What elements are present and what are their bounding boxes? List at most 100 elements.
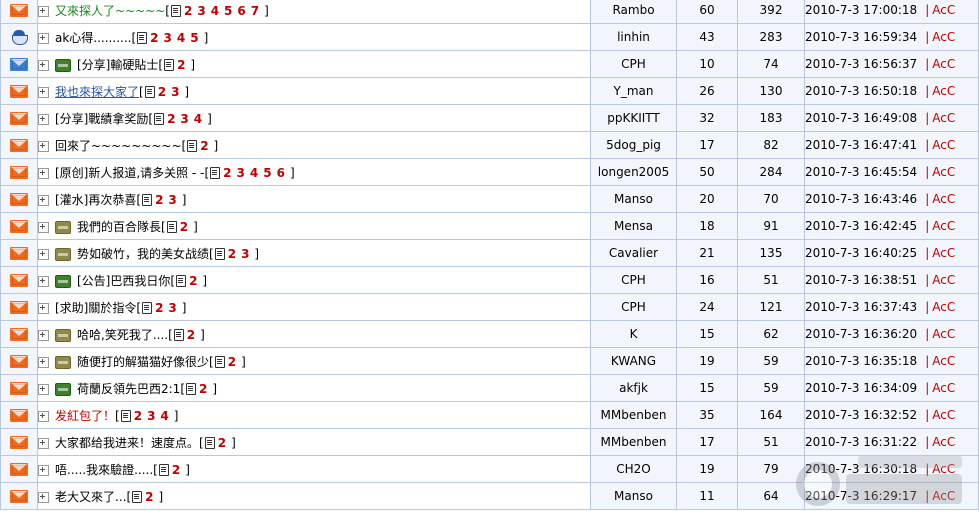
last-post-time[interactable]: 2010-7-3 17:00:18 [806, 3, 918, 17]
page-number-link[interactable]: 5 [190, 31, 199, 45]
expand-icon[interactable] [38, 32, 49, 44]
last-post-time[interactable]: 2010-7-3 16:30:18 [806, 462, 918, 476]
last-post-time[interactable]: 2010-7-3 16:35:18 [806, 354, 918, 368]
last-post-time[interactable]: 2010-7-3 16:59:34 [806, 30, 918, 44]
last-post-time[interactable]: 2010-7-3 16:34:09 [806, 381, 918, 395]
page-number-link[interactable]: 3 [168, 301, 177, 315]
last-post-user[interactable]: AcC [932, 192, 955, 206]
expand-icon[interactable] [38, 437, 49, 449]
table-row[interactable]: 荷蘭反領先巴西2:1[2] akfjk 15 59 2010-7-3 16:34:09 |… [0, 374, 979, 402]
expand-icon[interactable] [38, 491, 49, 503]
author-cell[interactable]: CPH [590, 50, 677, 78]
expand-icon[interactable] [38, 275, 49, 287]
last-post-time[interactable]: 2010-7-3 16:36:20 [806, 327, 918, 341]
last-post-user[interactable]: AcC [932, 381, 955, 395]
expand-icon[interactable] [38, 194, 49, 206]
table-row[interactable]: [公告]巴西我日你[2] CPH 16 51 2010-7-3 16:38:51 | AcC [0, 266, 979, 294]
page-number-link[interactable]: 3 [180, 112, 189, 126]
page-number-link[interactable]: 3 [171, 85, 180, 99]
author-cell[interactable]: CPH [590, 293, 677, 321]
page-number-link[interactable]: 2 [145, 490, 154, 504]
table-row[interactable]: 又來探人了~~~~~[2 3 4 5 6 7] Rambo 60 392 2010-7-3 17:… [0, 0, 979, 24]
author-cell[interactable]: MMbenben [590, 428, 677, 456]
page-number-link[interactable]: 6 [237, 4, 246, 18]
page-number-link[interactable]: 5 [263, 166, 272, 180]
page-number-link[interactable]: 2 [189, 274, 198, 288]
thread-title-link[interactable]: 我也來探大家了 [55, 85, 139, 99]
page-number-link[interactable]: 2 [180, 220, 189, 234]
expand-icon[interactable] [38, 302, 49, 314]
page-number-link[interactable]: 6 [277, 166, 286, 180]
table-row[interactable]: 哈哈,笑死我了....[2] K 15 62 2010-7-3 16:36:20 | AcC [0, 320, 979, 348]
last-post-time[interactable]: 2010-7-3 16:50:18 [806, 84, 918, 98]
page-number-link[interactable]: 2 [150, 31, 159, 45]
author-cell[interactable]: ppKKIITT [590, 104, 677, 132]
last-post-user[interactable]: AcC [932, 354, 955, 368]
table-row[interactable]: 随便打的解猫猫好像很少[2] KWANG 19 59 2010-7-3 16:35:18… [0, 347, 979, 375]
thread-title-link[interactable]: 又來探人了~~~~~ [55, 4, 165, 18]
author-cell[interactable]: K [590, 320, 677, 348]
page-number-link[interactable]: 3 [241, 247, 250, 261]
table-row[interactable]: 我們的百合隊長[2] Mensa 18 91 2010-7-3 16:42:45 | AcC [0, 212, 979, 240]
author-cell[interactable]: 5dog_pig [590, 131, 677, 159]
expand-icon[interactable] [38, 383, 49, 395]
expand-icon[interactable] [38, 140, 49, 152]
last-post-time[interactable]: 2010-7-3 16:31:22 [806, 435, 918, 449]
expand-icon[interactable] [38, 410, 49, 422]
last-post-user[interactable]: AcC [932, 111, 955, 125]
thread-title-link[interactable]: 老大又來了... [55, 490, 126, 504]
thread-title-link[interactable]: [分享]輸硬貼士 [77, 58, 158, 72]
last-post-user[interactable]: AcC [932, 165, 955, 179]
last-post-time[interactable]: 2010-7-3 16:47:41 [806, 138, 918, 152]
table-row[interactable]: 势如破竹，我的美女战绩[2 3] Cavalier 21 135 2010-7-3 16:… [0, 239, 979, 267]
page-number-link[interactable]: 2 [218, 436, 227, 450]
thread-title-link[interactable]: [求助]關於指令 [55, 301, 136, 315]
page-number-link[interactable]: 4 [211, 4, 220, 18]
page-number-link[interactable]: 2 [158, 85, 167, 99]
last-post-user[interactable]: AcC [932, 30, 955, 44]
table-row[interactable]: [原创]新人报道,请多关照 - -[2 3 4 5 6] longen2005 50 284 2… [0, 158, 979, 186]
thread-title-link[interactable]: 随便打的解猫猫好像很少 [77, 355, 209, 369]
table-row[interactable]: [求助]關於指令[2 3] CPH 24 121 2010-7-3 16:37:43 | Ac… [0, 293, 979, 321]
last-post-user[interactable]: AcC [932, 300, 955, 314]
author-cell[interactable]: Manso [590, 185, 677, 213]
thread-title-link[interactable]: [原创]新人报道,请多关照 - - [55, 166, 204, 180]
expand-icon[interactable] [38, 248, 49, 260]
expand-icon[interactable] [38, 113, 49, 125]
thread-title-link[interactable]: [公告]巴西我日你 [77, 274, 170, 288]
last-post-user[interactable]: AcC [932, 408, 955, 422]
thread-title-link[interactable]: 势如破竹，我的美女战绩 [77, 247, 209, 261]
expand-icon[interactable] [38, 464, 49, 476]
last-post-user[interactable]: AcC [932, 489, 955, 503]
thread-title-link[interactable]: 哈哈,笑死我了.... [77, 328, 168, 342]
thread-title-link[interactable]: 荷蘭反領先巴西2:1 [77, 382, 180, 396]
table-row[interactable]: [灌水]再次恭喜[2 3] Manso 20 70 2010-7-3 16:43:46 | A… [0, 185, 979, 213]
page-number-link[interactable]: 4 [177, 31, 186, 45]
page-number-link[interactable]: 2 [223, 166, 232, 180]
table-row[interactable]: 发紅包了！[2 3 4] MMbenben 35 164 2010-7-3 16:32:52… [0, 401, 979, 429]
page-number-link[interactable]: 2 [134, 409, 143, 423]
last-post-user[interactable]: AcC [932, 84, 955, 98]
table-row[interactable]: 唔.....我來驗證.....[2] CH2O 19 79 2010-7-3 16:30… [0, 455, 979, 483]
author-cell[interactable]: CH2O [590, 455, 677, 483]
last-post-time[interactable]: 2010-7-3 16:56:37 [806, 57, 918, 71]
page-number-link[interactable]: 2 [200, 139, 209, 153]
thread-title-link[interactable]: 唔.....我來驗證..... [55, 463, 153, 477]
thread-title-link[interactable]: 回來了~~~~~~~~~ [55, 139, 182, 153]
page-number-link[interactable]: 2 [172, 463, 181, 477]
table-row[interactable]: ak心得..........[2 3 4 5] linhin 43 283 2010-7-3 … [0, 23, 979, 51]
page-number-link[interactable]: 3 [168, 193, 177, 207]
page-number-link[interactable]: 4 [160, 409, 169, 423]
last-post-user[interactable]: AcC [932, 327, 955, 341]
page-number-link[interactable]: 3 [237, 166, 246, 180]
last-post-time[interactable]: 2010-7-3 16:42:45 [806, 219, 918, 233]
author-cell[interactable]: linhin [590, 23, 677, 51]
last-post-user[interactable]: AcC [932, 246, 955, 260]
page-number-link[interactable]: 2 [184, 4, 193, 18]
last-post-user[interactable]: AcC [932, 219, 955, 233]
page-number-link[interactable]: 3 [147, 409, 156, 423]
table-row[interactable]: 大家都给我进来！速度点。[2] MMbenben 17 51 2010-7-3 16:3… [0, 428, 979, 456]
table-row[interactable]: 我也來探大家了[2 3] Y_man 26 130 2010-7-3 16:50:18 | A… [0, 77, 979, 105]
author-cell[interactable]: Cavalier [590, 239, 677, 267]
last-post-user[interactable]: AcC [932, 273, 955, 287]
